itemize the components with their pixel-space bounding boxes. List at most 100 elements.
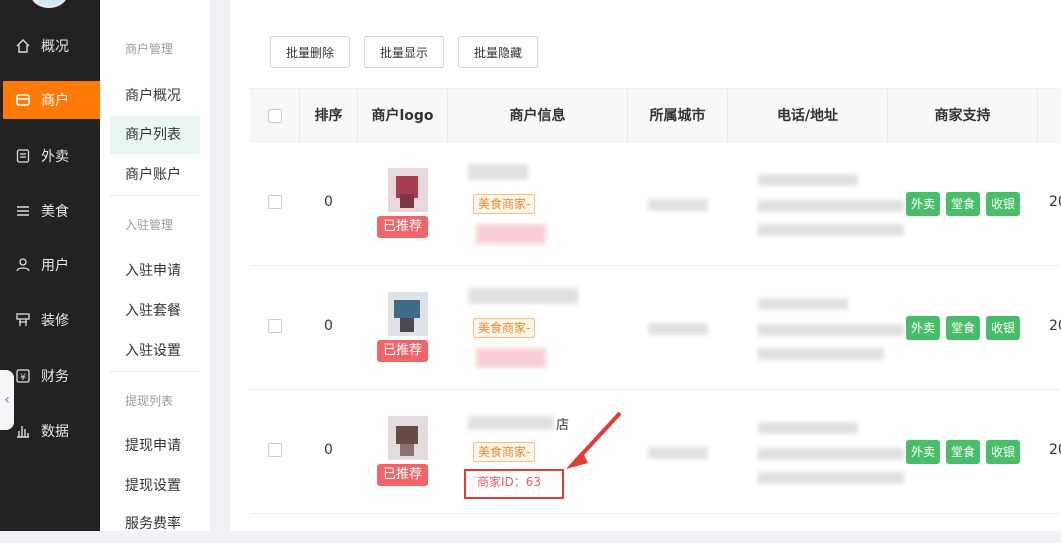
column-header-support: 商家支持 <box>888 89 1038 143</box>
row-checkbox[interactable] <box>268 195 282 209</box>
submenu-item-withdraw-settings[interactable]: 提现设置 <box>110 467 200 505</box>
bar-chart-icon <box>15 423 31 439</box>
rail-item-decoration[interactable]: 装修 <box>3 301 100 339</box>
rail-item-label: 概况 <box>41 39 69 55</box>
blurred-city <box>648 199 708 211</box>
overflow-column-value: 20 <box>1049 442 1061 458</box>
submenu-item-join-settings[interactable]: 入驻设置 <box>110 332 200 370</box>
batch-hide-button[interactable]: 批量隐藏 <box>458 36 538 68</box>
blurred-merchant-name <box>468 164 528 180</box>
blurred-address-line <box>758 472 904 484</box>
submenu-item-withdraw-applications[interactable]: 提现申请 <box>110 427 200 465</box>
submenu-item-join-applications[interactable]: 入驻申请 <box>110 252 200 290</box>
table-row: 0 已推荐 美食商家- 外卖 堂食 收银 20 <box>250 266 1061 390</box>
recommended-badge: 已推荐 <box>377 340 429 362</box>
column-header-contact: 电话/地址 <box>728 89 888 143</box>
service-tag-cashier: 收银 <box>986 440 1021 464</box>
batch-delete-button[interactable]: 批量删除 <box>270 36 350 68</box>
rail-item-data[interactable]: 数据 <box>3 412 100 450</box>
service-tag-takeout: 外卖 <box>906 316 941 340</box>
rail-item-users[interactable]: 用户 <box>3 246 100 284</box>
service-tag-dinein: 堂食 <box>946 192 981 216</box>
store-icon <box>15 92 31 108</box>
submenu-item-service-rate[interactable]: 服务费率 <box>110 505 200 543</box>
blurred-phone <box>758 422 858 434</box>
merchant-logo <box>384 290 432 338</box>
blurred-id <box>476 348 546 368</box>
submenu-item-merchant-overview[interactable]: 商户概况 <box>110 77 200 115</box>
main-nav-rail: 概况 商户 外卖 美食 用户 装修 ¥ 财务 数据 ‹ <box>0 0 100 531</box>
sort-value: 0 <box>324 194 333 210</box>
merchant-type-tag: 美食商家- <box>473 442 536 462</box>
blurred-address-line <box>758 200 904 212</box>
row-checkbox[interactable] <box>268 443 282 457</box>
home-icon <box>15 38 31 54</box>
rail-item-label: 用户 <box>41 258 69 274</box>
blurred-city <box>648 447 708 459</box>
column-header-logo: 商户logo <box>358 89 448 143</box>
rail-item-finance[interactable]: ¥ 财务 <box>3 357 100 395</box>
blurred-id <box>476 224 546 244</box>
rail-item-label: 外卖 <box>41 149 69 165</box>
svg-text:¥: ¥ <box>20 373 26 383</box>
service-tag-takeout: 外卖 <box>906 192 941 216</box>
menu-lines-icon <box>15 203 31 219</box>
layout-gap <box>210 0 230 531</box>
merchant-type-tag: 美食商家- <box>473 318 536 338</box>
rail-item-takeout[interactable]: 外卖 <box>3 137 100 175</box>
merchant-logo <box>384 166 432 214</box>
avatar[interactable] <box>30 0 68 8</box>
table-row: 0 已推荐 店 美食商家- 商家ID：63 外卖 堂食 收银 20 <box>250 390 1061 514</box>
table-header: 排序 商户logo 商户信息 所属城市 电话/地址 商家支持 <box>250 88 1061 143</box>
column-header-info: 商户信息 <box>448 89 628 143</box>
sub-navigation: 商户管理 商户概况 商户列表 商户账户 入驻管理 入驻申请 入驻套餐 入驻设置 … <box>100 0 210 532</box>
column-header-sort[interactable]: 排序 <box>300 89 358 143</box>
submenu-item-join-packages[interactable]: 入驻套餐 <box>110 292 200 330</box>
rail-item-label: 数据 <box>41 424 69 440</box>
overflow-column-value: 20 <box>1049 318 1061 334</box>
select-all-checkbox[interactable] <box>268 109 282 123</box>
collapse-menu-button[interactable]: ‹ <box>0 370 14 430</box>
blurred-merchant-name <box>468 288 578 304</box>
recommended-badge: 已推荐 <box>377 216 429 238</box>
batch-show-button[interactable]: 批量显示 <box>364 36 444 68</box>
highlight-box <box>464 469 564 499</box>
rail-item-overview[interactable]: 概况 <box>3 27 100 65</box>
merchant-type-tag: 美食商家- <box>473 194 536 214</box>
sort-value: 0 <box>324 442 333 458</box>
rail-item-merchants[interactable]: 商户 <box>3 81 100 119</box>
blurred-phone <box>758 174 858 186</box>
overflow-column-value: 20 <box>1049 194 1061 210</box>
blurred-address-line <box>758 448 904 460</box>
recommended-badge: 已推荐 <box>377 464 429 486</box>
submenu-group-title: 商户管理 <box>125 42 174 56</box>
merchant-logo <box>384 414 432 462</box>
divider <box>110 195 200 196</box>
service-tag-cashier: 收银 <box>986 316 1021 340</box>
blurred-city <box>648 323 708 335</box>
submenu-item-merchant-accounts[interactable]: 商户账户 <box>110 156 200 194</box>
user-icon <box>15 257 31 273</box>
rail-item-label: 美食 <box>41 204 69 220</box>
row-checkbox[interactable] <box>268 319 282 333</box>
blurred-phone <box>758 298 848 310</box>
blurred-address-line <box>758 348 884 360</box>
service-tag-dinein: 堂食 <box>946 316 981 340</box>
sort-value: 0 <box>324 318 333 334</box>
finance-icon: ¥ <box>15 368 31 384</box>
decorate-icon <box>15 312 31 328</box>
column-header-select <box>250 89 300 143</box>
service-tag-cashier: 收银 <box>986 192 1021 216</box>
main-content: 批量删除 批量显示 批量隐藏 排序 商户logo 商户信息 所属城市 电话/地址… <box>230 0 1061 531</box>
table-row: 0 已推荐 美食商家- 外卖 堂食 收银 20 <box>250 142 1061 266</box>
rail-item-label: 商户 <box>41 93 69 109</box>
document-icon <box>15 148 31 164</box>
service-tag-dinein: 堂食 <box>946 440 981 464</box>
submenu-item-merchant-list[interactable]: 商户列表 <box>110 116 200 154</box>
service-tag-takeout: 外卖 <box>906 440 941 464</box>
rail-item-food[interactable]: 美食 <box>3 192 100 230</box>
submenu-group-title: 入驻管理 <box>125 218 174 232</box>
column-header-city: 所属城市 <box>628 89 728 143</box>
submenu-group-title: 提现列表 <box>125 394 174 408</box>
blurred-merchant-name <box>468 416 554 430</box>
